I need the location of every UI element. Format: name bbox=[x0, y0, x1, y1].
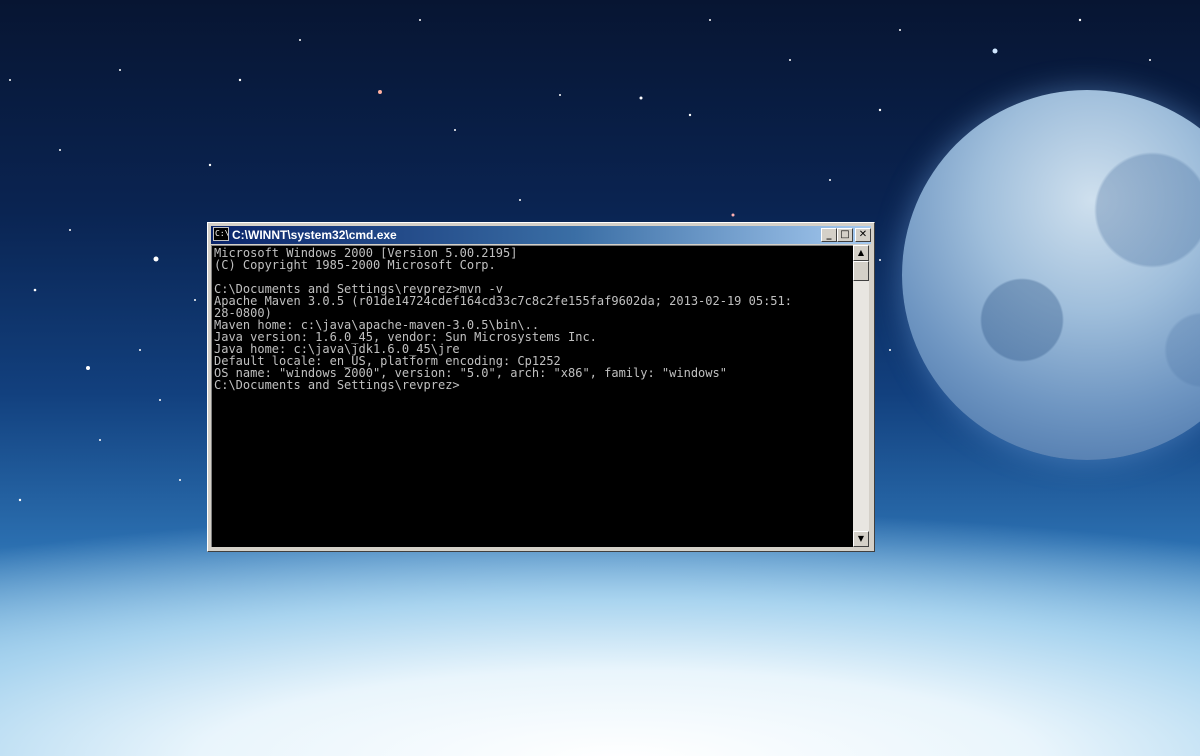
scroll-thumb[interactable] bbox=[853, 261, 869, 281]
console-output[interactable]: Microsoft Windows 2000 [Version 5.00.219… bbox=[211, 245, 853, 547]
scroll-down-button[interactable]: ▼ bbox=[853, 531, 869, 547]
vertical-scrollbar[interactable]: ▲ ▼ bbox=[853, 245, 869, 547]
console-app-icon[interactable]: C:\ bbox=[213, 227, 229, 241]
scroll-up-button[interactable]: ▲ bbox=[853, 245, 869, 261]
console-window[interactable]: C:\ C:\WINNT\system32\cmd.exe _ □ ✕ Micr… bbox=[207, 222, 875, 552]
maximize-button[interactable]: □ bbox=[837, 228, 853, 242]
title-bar[interactable]: C:\ C:\WINNT\system32\cmd.exe _ □ ✕ bbox=[211, 226, 871, 244]
console-line: Apache Maven 3.0.5 (r01de14724cdef164cd3… bbox=[214, 294, 792, 308]
close-button[interactable]: ✕ bbox=[855, 228, 871, 242]
minimize-button[interactable]: _ bbox=[821, 228, 837, 242]
window-title: C:\WINNT\system32\cmd.exe bbox=[232, 228, 397, 242]
console-prompt-line[interactable]: C:\Documents and Settings\revprez> bbox=[214, 379, 853, 391]
console-line: (C) Copyright 1985-2000 Microsoft Corp. bbox=[214, 258, 496, 272]
